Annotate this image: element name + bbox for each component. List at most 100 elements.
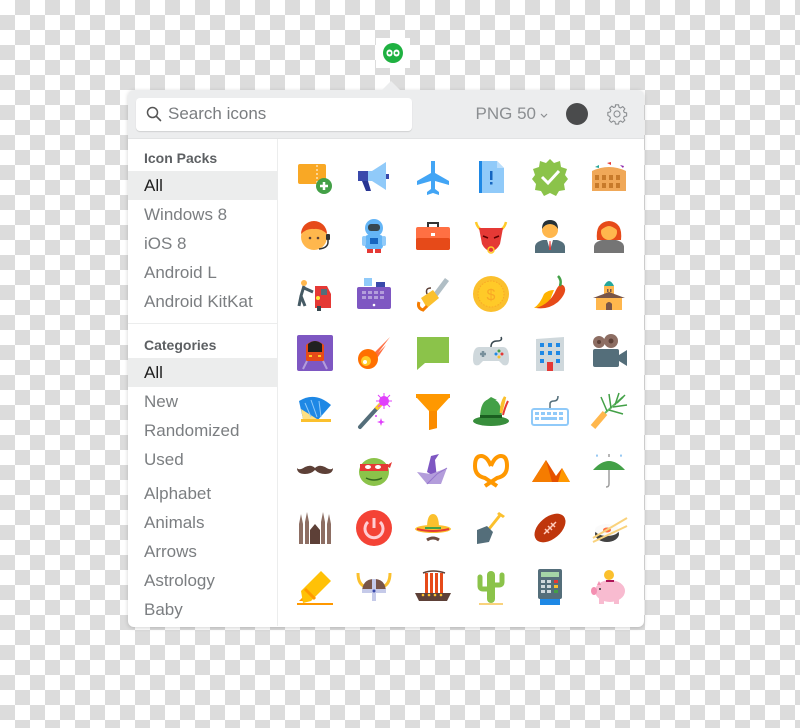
icon-cell[interactable]: [579, 558, 638, 617]
icon-cell[interactable]: [286, 499, 345, 558]
icon-cell[interactable]: [286, 558, 345, 617]
icon-cell[interactable]: [403, 558, 462, 617]
gear-icon: [607, 104, 628, 125]
icon-cell[interactable]: [286, 207, 345, 266]
icon-cell[interactable]: [286, 382, 345, 441]
umbrella-rain-icon: [592, 453, 625, 488]
popover-arrow: [381, 81, 401, 91]
church-icon: [592, 281, 625, 311]
power-button-icon: [355, 510, 392, 547]
chili-pepper-icon: [533, 275, 566, 309]
icon-cell[interactable]: [579, 499, 638, 558]
tyrolean-hat-icon: [473, 396, 510, 427]
magic-wand-icon: [357, 393, 392, 430]
rugby-ball-icon: [534, 513, 566, 543]
category-new[interactable]: New: [128, 387, 277, 416]
icon-cell[interactable]: [345, 207, 404, 266]
icon-cell[interactable]: [521, 148, 580, 207]
icon-cell[interactable]: [345, 148, 404, 207]
icon-grid: $: [278, 139, 644, 626]
toolbar: PNG 50: [128, 90, 644, 139]
icon-pack-all[interactable]: All: [128, 171, 277, 200]
chevron-down-icon: [540, 110, 548, 121]
icon-cell[interactable]: [462, 207, 521, 266]
comet-icon: [357, 336, 390, 369]
icon-cell[interactable]: [462, 148, 521, 207]
shovel-icon: [477, 512, 506, 545]
document-alert-icon: [479, 161, 505, 194]
icon-cell[interactable]: [579, 324, 638, 383]
icon-cell[interactable]: [403, 324, 462, 383]
icon-pack-android-kitkat[interactable]: Android KitKat: [128, 287, 277, 316]
icon-cell[interactable]: [345, 558, 404, 617]
search-box[interactable]: [136, 97, 412, 131]
icon-cell[interactable]: [462, 499, 521, 558]
chat-bubble-icon: [416, 336, 449, 370]
viking-helmet-icon: [356, 572, 392, 601]
format-size-dropdown[interactable]: PNG 50: [476, 104, 548, 124]
icon-cell[interactable]: [345, 324, 404, 383]
category-all[interactable]: All: [128, 358, 277, 387]
icon-cell[interactable]: [286, 265, 345, 324]
category-randomized[interactable]: Randomized: [128, 416, 277, 445]
icon-cell[interactable]: [286, 324, 345, 383]
category-baby[interactable]: Baby: [128, 595, 277, 624]
bull-icon: [475, 221, 508, 254]
palm-branch-icon: [590, 393, 627, 430]
icon-pack-ios-8[interactable]: iOS 8: [128, 229, 277, 258]
tray-area: [376, 38, 410, 68]
astronaut-icon: [361, 218, 386, 253]
funnel-icon: [415, 394, 450, 431]
icon-cell[interactable]: [462, 324, 521, 383]
icon-pack-android-l[interactable]: Android L: [128, 258, 277, 287]
icon-pack-windows-8[interactable]: Windows 8: [128, 200, 277, 229]
colosseum-icon: [591, 162, 626, 192]
icon-cell[interactable]: [403, 265, 462, 324]
icon-cell[interactable]: [345, 499, 404, 558]
settings-button[interactable]: [606, 103, 628, 125]
icon-cell[interactable]: [403, 499, 462, 558]
icon-cell[interactable]: [521, 499, 580, 558]
category-alphabet[interactable]: Alphabet: [128, 479, 277, 508]
icon-cell[interactable]: [403, 148, 462, 207]
pretzel-icon: [473, 453, 510, 488]
app-tray-icon[interactable]: [383, 43, 403, 63]
category-animals[interactable]: Animals: [128, 508, 277, 537]
category-used[interactable]: Used: [128, 445, 277, 474]
icon-cell[interactable]: [521, 441, 580, 500]
gamepad-icon: [473, 336, 510, 366]
category-astrology[interactable]: Astrology: [128, 566, 277, 595]
icon-cell[interactable]: [579, 382, 638, 441]
color-picker-button[interactable]: [566, 103, 588, 125]
search-input[interactable]: [168, 104, 398, 124]
icon-cell[interactable]: [403, 441, 462, 500]
businessman-icon: [534, 219, 565, 253]
icon-cell[interactable]: [521, 207, 580, 266]
icon-cell[interactable]: $: [462, 265, 521, 324]
icon-cell[interactable]: [521, 324, 580, 383]
icon-cell[interactable]: [579, 265, 638, 324]
ninja-turtle-icon: [358, 457, 392, 486]
sombrero-icon: [414, 514, 451, 542]
category-arrows[interactable]: Arrows: [128, 537, 277, 566]
categories-heading: Categories: [144, 337, 217, 353]
icon-cell[interactable]: [286, 148, 345, 207]
icon-cell[interactable]: [521, 265, 580, 324]
icon-cell[interactable]: [521, 558, 580, 617]
icon-cell[interactable]: [521, 382, 580, 441]
icon-cell[interactable]: [462, 382, 521, 441]
infinity-icon: [386, 49, 400, 57]
icon-cell[interactable]: [345, 265, 404, 324]
icon-picker-panel: PNG 50 Icon Packs All Windows 8 iOS 8 An…: [128, 81, 644, 627]
icon-cell[interactable]: [462, 558, 521, 617]
icon-cell[interactable]: [579, 207, 638, 266]
icon-cell[interactable]: [286, 441, 345, 500]
icon-cell[interactable]: [462, 441, 521, 500]
sidebar: Icon Packs All Windows 8 iOS 8 Android L…: [128, 139, 278, 626]
icon-cell[interactable]: [345, 441, 404, 500]
icon-cell[interactable]: [345, 382, 404, 441]
icon-cell[interactable]: [403, 207, 462, 266]
icon-cell[interactable]: [579, 148, 638, 207]
icon-cell[interactable]: [579, 441, 638, 500]
icon-cell[interactable]: [403, 382, 462, 441]
